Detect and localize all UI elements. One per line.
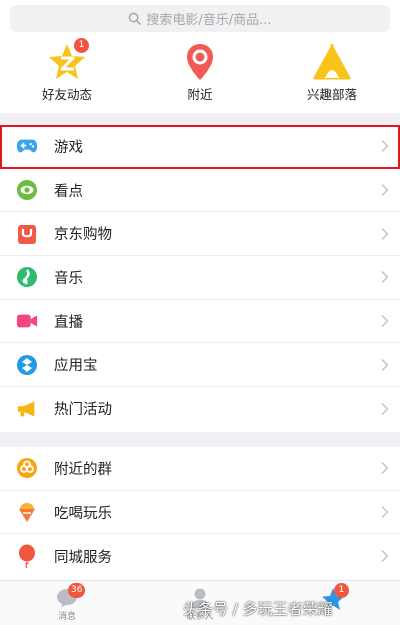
dynamic-badge: 1	[334, 583, 349, 598]
menu-group-1: 游戏 看点 京东购物 音乐 直播 应用宝 热门活动	[0, 125, 400, 431]
menu-item-events[interactable]: 热门活动	[0, 387, 400, 431]
menu-item-games[interactable]: 游戏	[0, 125, 400, 169]
chevron-right-icon	[381, 227, 389, 240]
ice-cream-icon	[19, 503, 35, 523]
menu-group-2: 附近的群 吃喝玩乐 同城服务	[0, 447, 400, 579]
menu-item-city-service[interactable]: 同城服务	[0, 534, 400, 578]
menu-item-nearby-groups[interactable]: 附近的群	[0, 447, 400, 491]
top-section: 搜索电影/音乐/商品... 1 好友动态 附近 兴趣部落	[0, 0, 400, 113]
tab-messages[interactable]: 36 消息	[12, 581, 122, 625]
chevron-right-icon	[381, 462, 389, 475]
quick-link-friends-feed[interactable]: 1 好友动态	[17, 38, 117, 103]
chevron-right-icon	[381, 140, 389, 153]
search-placeholder: 搜索电影/音乐/商品...	[146, 13, 272, 28]
menu-item-label: 游戏	[54, 139, 83, 156]
search-bar[interactable]: 搜索电影/音乐/商品...	[10, 5, 390, 32]
menu-item-label: 热门活动	[54, 402, 112, 419]
menu-item-kandian[interactable]: 看点	[0, 169, 400, 213]
video-camera-icon	[16, 314, 38, 328]
menu-item-label: 附近的群	[54, 461, 112, 478]
chevron-right-icon	[381, 315, 389, 328]
messages-badge: 36	[68, 583, 86, 598]
chevron-right-icon	[381, 358, 389, 371]
jd-shopping-icon	[18, 224, 36, 244]
menu-item-live[interactable]: 直播	[0, 300, 400, 344]
search-icon	[129, 12, 142, 25]
menu-item-label: 同城服务	[54, 549, 112, 566]
friends-feed-badge: 1	[74, 38, 89, 53]
chevron-right-icon	[381, 506, 389, 519]
quick-link-label: 附近	[187, 87, 213, 102]
section-divider	[0, 113, 400, 125]
quick-link-tribe[interactable]: 兴趣部落	[282, 40, 382, 103]
tab-label: 消息	[57, 612, 76, 622]
quick-link-nearby[interactable]: 附近	[150, 40, 250, 103]
chevron-right-icon	[381, 550, 389, 563]
chevron-right-icon	[381, 402, 389, 415]
menu-item-jd-shopping[interactable]: 京东购物	[0, 212, 400, 257]
app-store-icon	[17, 354, 37, 375]
menu-item-label: 吃喝玩乐	[54, 505, 112, 522]
menu-item-app-store[interactable]: 应用宝	[0, 343, 400, 388]
eye-icon	[17, 180, 37, 201]
menu-item-music[interactable]: 音乐	[0, 256, 400, 300]
chevron-right-icon	[381, 271, 389, 284]
section-divider	[0, 432, 400, 447]
menu-item-label: 直播	[54, 314, 83, 331]
location-pin-icon	[187, 44, 213, 80]
bottom-tab-bar: 36 消息 联系人 1 头条号 / 多玩王者荣耀	[0, 580, 400, 625]
tribe-tent-icon	[313, 44, 351, 80]
menu-item-food-fun[interactable]: 吃喝玩乐	[0, 491, 400, 535]
gamepad-icon	[16, 139, 38, 153]
music-icon	[17, 267, 37, 288]
quick-link-label: 好友动态	[41, 87, 92, 102]
megaphone-icon	[17, 401, 35, 417]
balloon-icon	[19, 544, 35, 569]
nearby-group-icon	[17, 458, 37, 479]
quick-link-label: 兴趣部落	[306, 87, 357, 102]
menu-item-label: 看点	[54, 183, 83, 200]
menu-item-label: 京东购物	[54, 227, 112, 244]
watermark-text: 头条号 / 多玩王者荣耀	[183, 600, 333, 618]
chevron-right-icon	[381, 184, 389, 197]
menu-item-label: 应用宝	[54, 358, 98, 375]
menu-item-label: 音乐	[54, 270, 83, 287]
